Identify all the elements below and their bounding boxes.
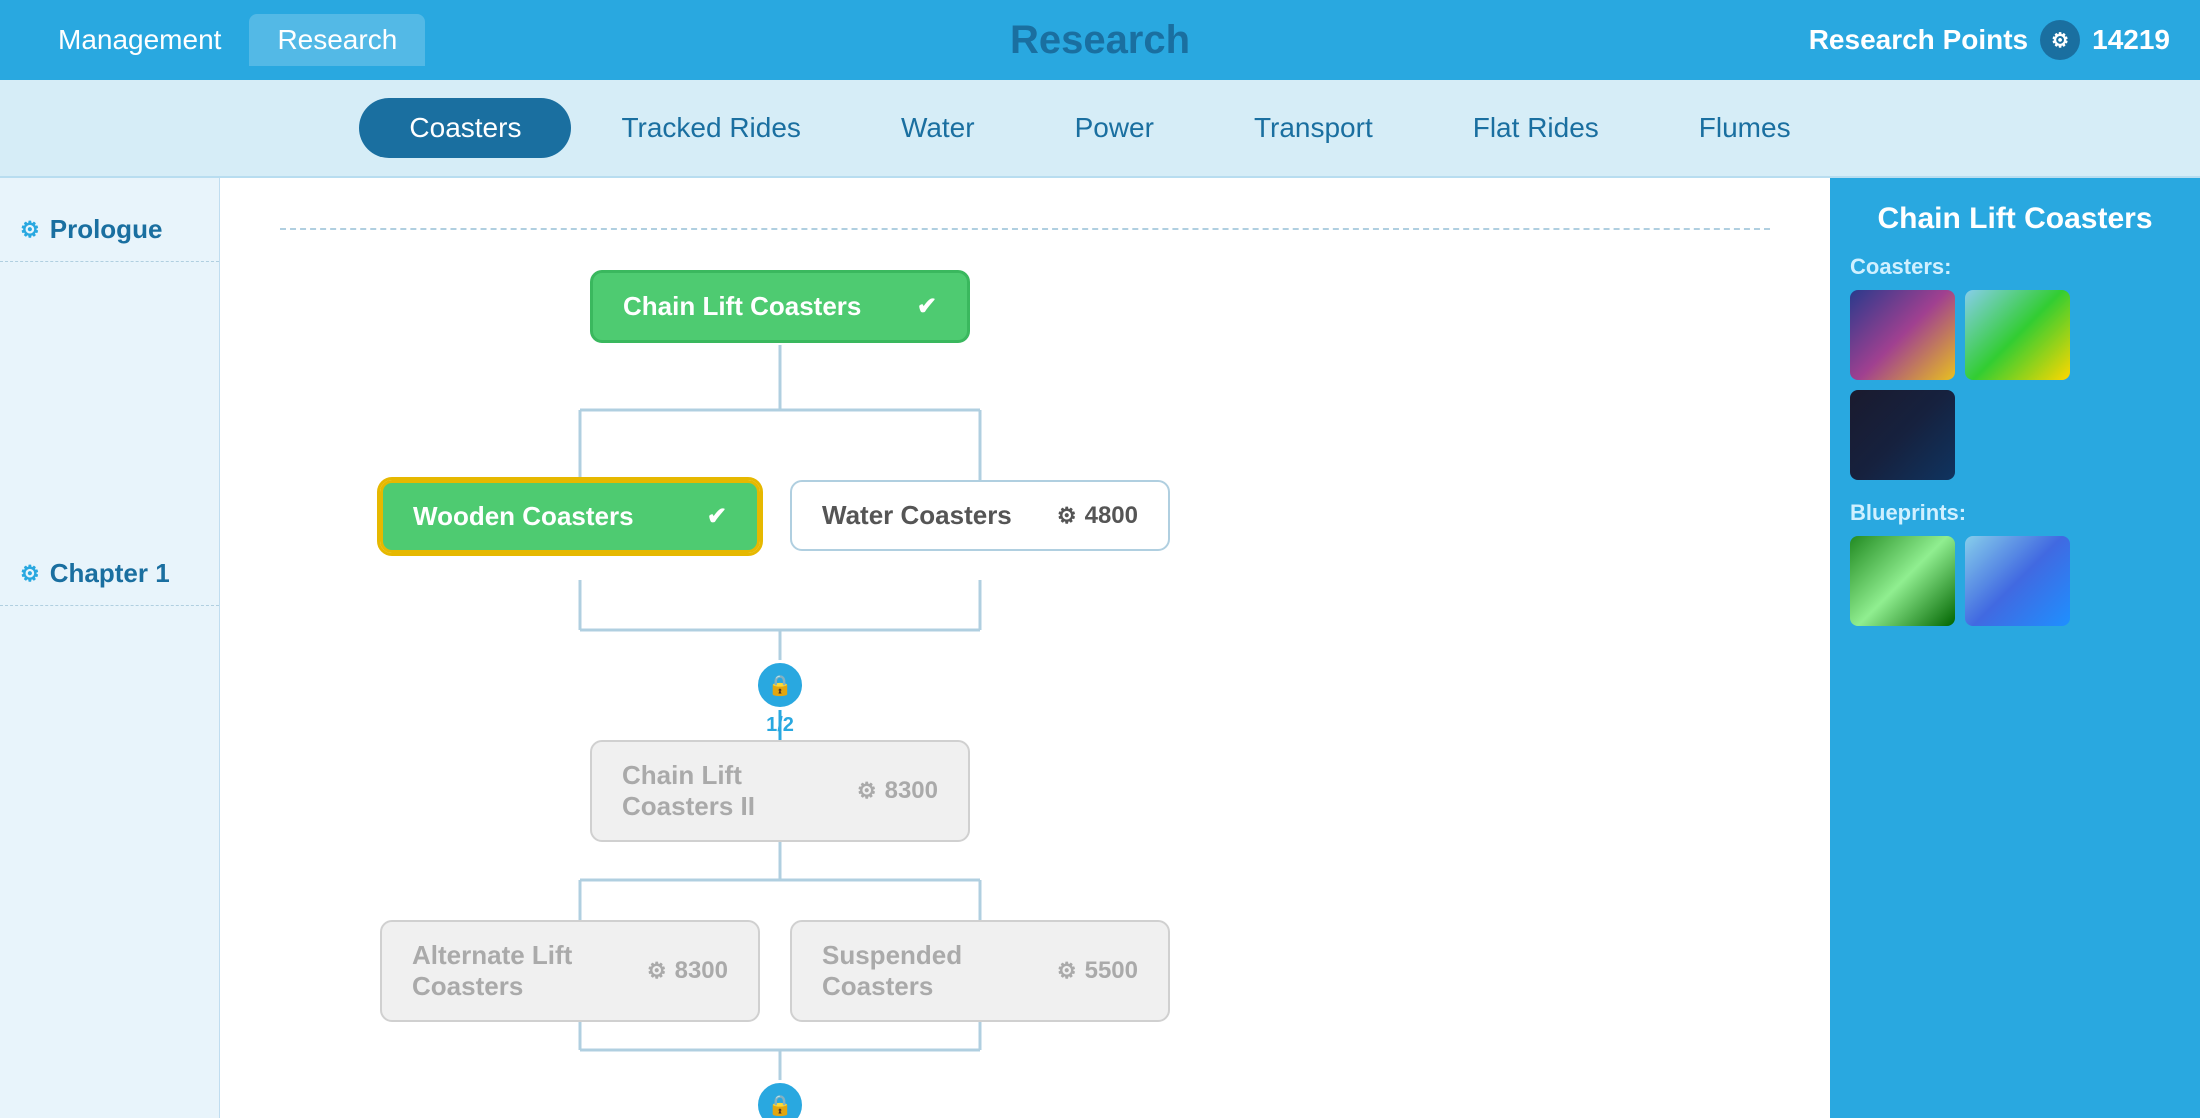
water-coasters-label: Water Coasters xyxy=(822,500,1012,531)
suspended-cost: ⚙ 5500 xyxy=(1057,957,1138,985)
right-panel: Chain Lift Coasters Coasters: Blueprints… xyxy=(1830,178,2200,1118)
blueprints-images xyxy=(1850,536,2180,626)
suspended-cost-value: 5500 xyxy=(1085,957,1138,985)
alternate-lift-label: Alternate Lift Coasters xyxy=(412,940,647,1002)
chain-lift-2-cost-icon: ⚙ xyxy=(857,778,877,804)
node-chain-lift-coasters[interactable]: Chain Lift Coasters ✔ xyxy=(590,270,970,343)
tab-management[interactable]: Management xyxy=(30,14,249,66)
suspended-label: Suspended Coasters xyxy=(822,940,1057,1002)
chain-lift-2-cost-value: 8300 xyxy=(885,777,938,805)
sidebar-item-prologue[interactable]: ⚙ Prologue xyxy=(0,198,219,262)
lock-badge-2: 🔒 0/2 xyxy=(755,1080,805,1118)
research-points: Research Points ⚙ 14219 xyxy=(1809,20,2170,60)
alternate-cost: ⚙ 8300 xyxy=(647,957,728,985)
prologue-separator xyxy=(280,228,1770,230)
wooden-coasters-label: Wooden Coasters xyxy=(413,501,634,532)
top-bar: Management Research Research Research Po… xyxy=(0,0,2200,80)
cat-tab-power[interactable]: Power xyxy=(1025,98,1204,158)
lock-badge-1: 🔒 1/2 xyxy=(755,660,805,737)
node-suspended[interactable]: Suspended Coasters ⚙ 5500 xyxy=(790,920,1170,1022)
wooden-check: ✔ xyxy=(707,502,727,531)
chain-lift-label: Chain Lift Coasters xyxy=(623,291,861,322)
main-layout: ⚙ Prologue ⚙ Chapter 1 xyxy=(0,178,2200,1118)
chapter1-icon: ⚙ xyxy=(20,561,40,587)
cat-tab-transport[interactable]: Transport xyxy=(1204,98,1423,158)
blueprint-img-2 xyxy=(1965,536,2070,626)
cat-tab-tracked[interactable]: Tracked Rides xyxy=(571,98,850,158)
category-nav: Coasters Tracked Rides Water Power Trans… xyxy=(0,80,2200,178)
research-points-icon: ⚙ xyxy=(2040,20,2080,60)
node-wooden-coasters[interactable]: Wooden Coasters ✔ xyxy=(380,480,760,553)
water-cost-value: 4800 xyxy=(1085,502,1138,530)
tree-area: Chain Lift Coasters ✔ Wooden Coasters ✔ … xyxy=(220,178,1830,1118)
alternate-cost-value: 8300 xyxy=(675,957,728,985)
page-title: Research xyxy=(1010,18,1190,63)
research-points-label: Research Points xyxy=(1809,24,2028,56)
water-coasters-cost: ⚙ 4800 xyxy=(1057,502,1138,530)
cat-tab-coasters[interactable]: Coasters xyxy=(359,98,571,158)
chapter1-label: Chapter 1 xyxy=(50,558,170,589)
cat-tab-flat[interactable]: Flat Rides xyxy=(1423,98,1649,158)
sidebar-item-chapter1[interactable]: ⚙ Chapter 1 xyxy=(0,542,219,606)
blueprint-img-1 xyxy=(1850,536,1955,626)
lock-badge-2-icon: 🔒 xyxy=(755,1080,805,1118)
prologue-icon: ⚙ xyxy=(20,217,40,243)
water-cost-icon: ⚙ xyxy=(1057,503,1077,529)
research-points-value: 14219 xyxy=(2092,24,2170,56)
cat-tab-flumes[interactable]: Flumes xyxy=(1649,98,1841,158)
chain-lift-2-label: Chain Lift Coasters II xyxy=(622,760,857,822)
sidebar: ⚙ Prologue ⚙ Chapter 1 xyxy=(0,178,220,1118)
coasters-images xyxy=(1850,290,2180,480)
node-alternate-lift[interactable]: Alternate Lift Coasters ⚙ 8300 xyxy=(380,920,760,1022)
alternate-cost-icon: ⚙ xyxy=(647,958,667,984)
node-water-coasters[interactable]: Water Coasters ⚙ 4800 xyxy=(790,480,1170,551)
coaster-img-3 xyxy=(1850,390,1955,480)
top-bar-tabs: Management Research xyxy=(30,14,425,66)
cat-tab-water[interactable]: Water xyxy=(851,98,1025,158)
blueprints-section-label: Blueprints: xyxy=(1850,500,2180,526)
coaster-img-1 xyxy=(1850,290,1955,380)
coasters-section-label: Coasters: xyxy=(1850,254,2180,280)
lock-badge-1-value: 1/2 xyxy=(766,714,794,737)
prologue-label: Prologue xyxy=(50,214,163,245)
tab-research[interactable]: Research xyxy=(249,14,425,66)
lock-badge-1-icon: 🔒 xyxy=(755,660,805,710)
right-panel-title: Chain Lift Coasters xyxy=(1850,202,2180,236)
chain-lift-2-cost: ⚙ 8300 xyxy=(857,777,938,805)
node-chain-lift-2[interactable]: Chain Lift Coasters II ⚙ 8300 xyxy=(590,740,970,842)
suspended-cost-icon: ⚙ xyxy=(1057,958,1077,984)
coaster-img-2 xyxy=(1965,290,2070,380)
chain-lift-check: ✔ xyxy=(917,292,937,321)
